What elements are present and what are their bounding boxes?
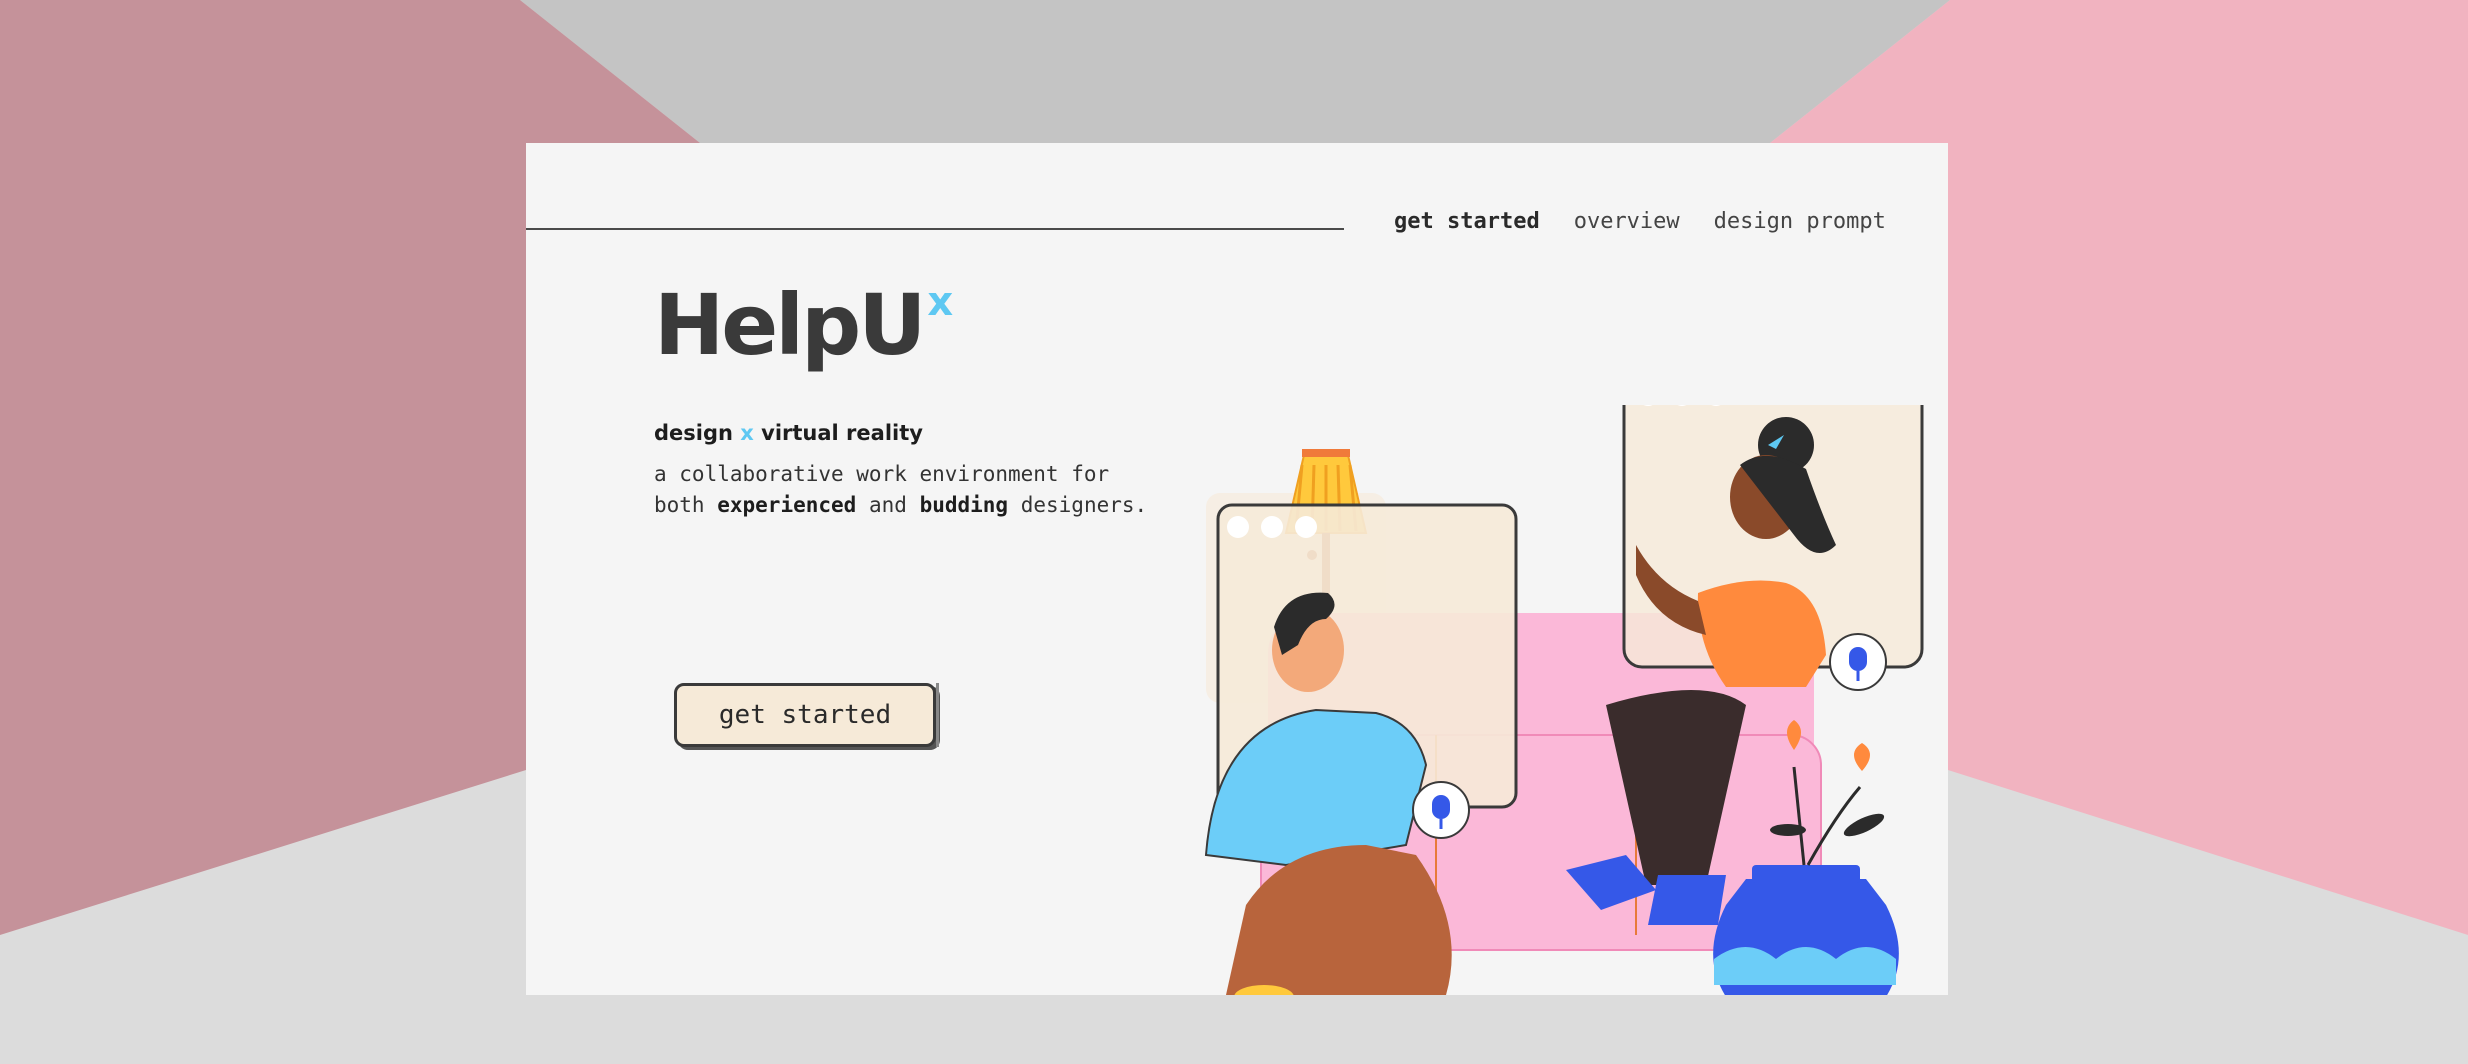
logo-superscript: x [927, 279, 954, 325]
bg-top [520, 0, 1950, 143]
desc-experienced: experienced [717, 493, 857, 517]
tagline: design x virtual reality [654, 421, 923, 445]
tagline-part2: virtual reality [761, 421, 923, 445]
top-nav: get started overview design prompt [1394, 209, 1920, 234]
window-dots-icon [1227, 516, 1317, 538]
landing-page: get started overview design prompt HelpU… [526, 143, 1948, 995]
nav-design-prompt[interactable]: design prompt [1714, 209, 1886, 234]
nav-overview[interactable]: overview [1574, 209, 1680, 234]
tagline-x: x [740, 421, 754, 445]
hero-illustration [1204, 405, 1924, 995]
get-started-button[interactable]: get started [674, 683, 936, 747]
nav-get-started[interactable]: get started [1394, 209, 1540, 234]
microphone-icon-right [1829, 633, 1887, 691]
desc-and: and [868, 493, 907, 517]
logo: HelpU x [654, 282, 953, 367]
tagline-part1: design [654, 421, 733, 445]
microphone-icon [1412, 781, 1470, 839]
header-rule [526, 228, 1344, 230]
logo-text: HelpU [654, 276, 926, 374]
desc-both: both [654, 493, 705, 517]
cta-side-bar [936, 683, 939, 747]
desc-budding: budding [919, 493, 1009, 517]
